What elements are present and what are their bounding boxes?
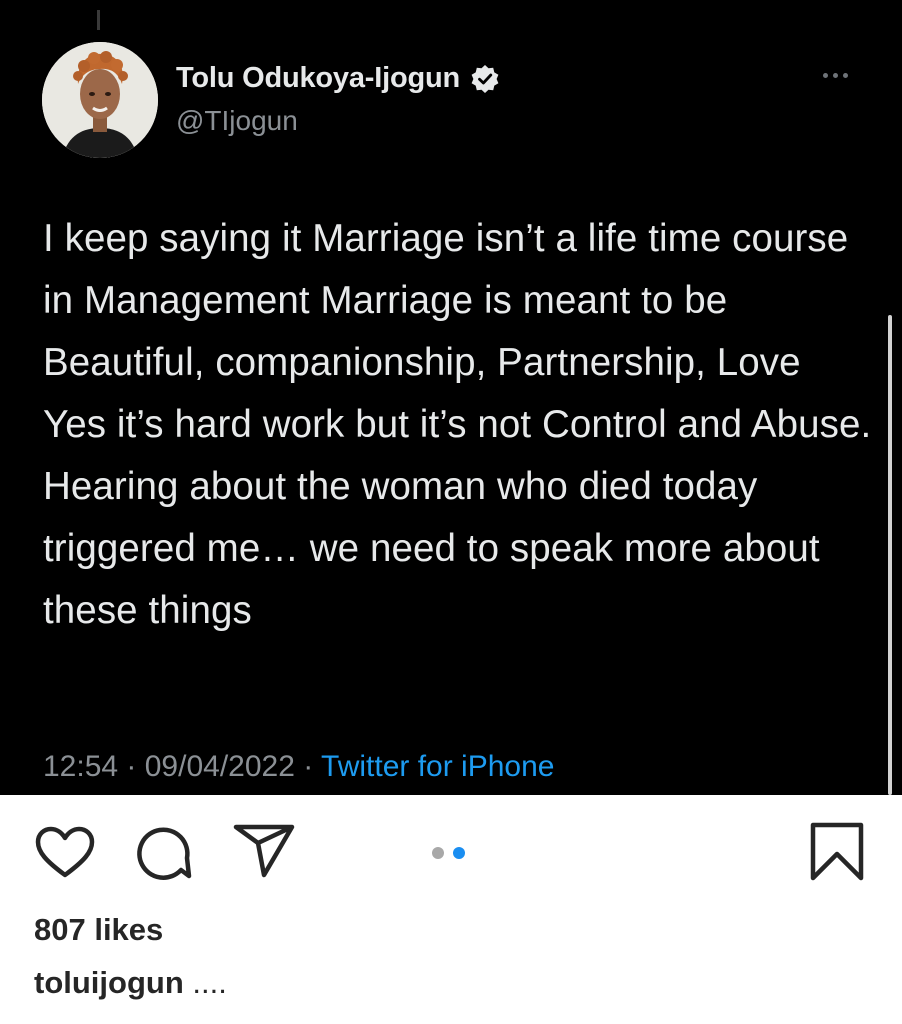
caption-text: .... [192,965,227,1000]
carousel-indicator [432,847,465,859]
tweet-date: 09/04/2022 [144,750,295,783]
share-icon[interactable] [232,823,296,879]
avatar[interactable] [42,42,158,158]
post-caption: toluijogun .... [34,965,227,1001]
meta-separator: · [294,750,322,783]
tweet-meta: 12:54 · 09/04/2022 · Twitter for iPhone [43,750,554,784]
likes-count[interactable]: 807 likes [34,912,163,948]
caption-username[interactable]: toluijogun [34,965,184,1000]
meta-separator: · [118,750,145,783]
post-action-bar [0,795,902,905]
tweet-card: Tolu Odukoya-Ijogun @TIjogun I keep sayi… [0,0,902,795]
carousel-dot-active[interactable] [453,847,465,859]
tweet-text: I keep saying it Marriage isn’t a life t… [43,217,872,632]
author-name[interactable]: Tolu Odukoya-Ijogun [176,62,460,95]
status-divider [97,10,100,30]
carousel-dot[interactable] [432,847,444,859]
tweet-source-link[interactable]: Twitter for iPhone [321,750,554,783]
author-name-row[interactable]: Tolu Odukoya-Ijogun [176,62,500,95]
more-options-icon[interactable] [823,73,848,78]
tweet-time: 12:54 [43,750,119,783]
verified-badge-icon [471,64,499,93]
author-handle[interactable]: @TIjogun [176,105,298,137]
bookmark-icon[interactable] [809,822,865,882]
comment-icon[interactable] [133,826,193,882]
heart-icon[interactable] [34,825,96,881]
scrollbar[interactable] [888,315,892,795]
